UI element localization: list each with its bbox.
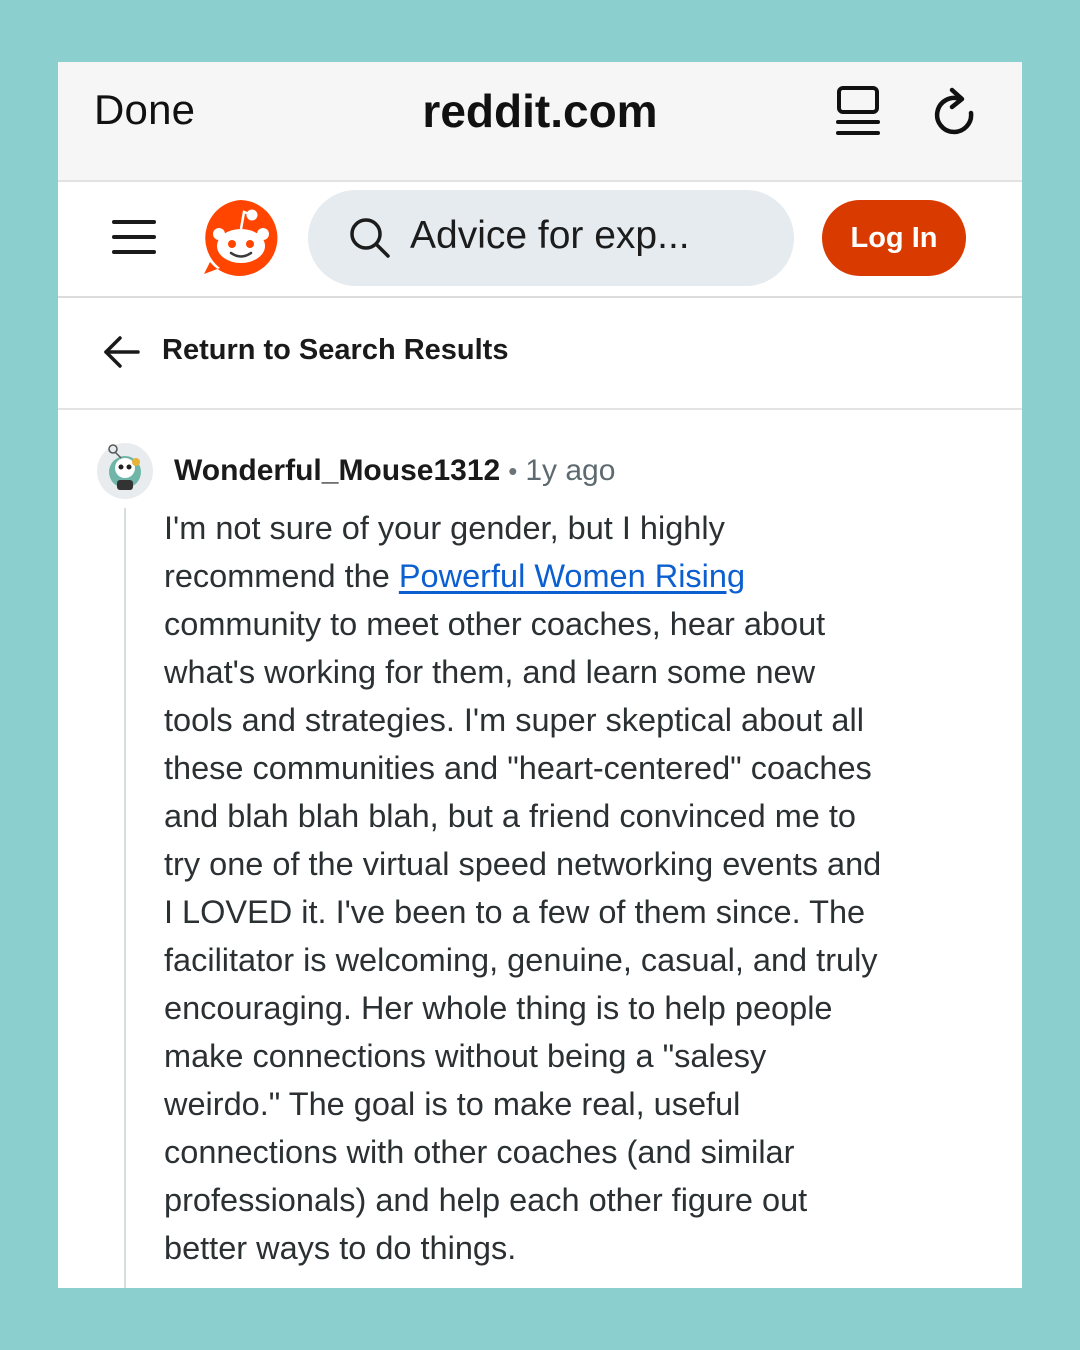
comment-line: better ways to do things. bbox=[164, 1230, 517, 1266]
comment-line: encouraging. Her whole thing is to help … bbox=[164, 990, 833, 1026]
browser-window: Done reddit.com Advice for exp... Log In… bbox=[58, 62, 1022, 1288]
comment-line: tools and strategies. I'm super skeptica… bbox=[164, 702, 864, 738]
search-bar[interactable]: Advice for exp... bbox=[308, 190, 794, 286]
reload-icon[interactable] bbox=[930, 86, 978, 138]
comment-line: connections with other coaches (and simi… bbox=[164, 1134, 795, 1170]
comment-line: and blah blah blah, but a friend convinc… bbox=[164, 798, 857, 834]
user-avatar[interactable] bbox=[96, 442, 154, 500]
comment-line: community to meet other coaches, hear ab… bbox=[164, 606, 826, 642]
search-query[interactable]: Advice for exp... bbox=[410, 214, 690, 258]
comment-line: these communities and "heart-centered" c… bbox=[164, 750, 872, 786]
comment-line-text: recommend the bbox=[164, 558, 399, 594]
comment-body: I'm not sure of your gender, but I highl… bbox=[164, 504, 986, 1272]
comment-line: facilitator is welcoming, genuine, casua… bbox=[164, 942, 878, 978]
hamburger-menu-icon[interactable] bbox=[112, 220, 156, 256]
comment-line: what's working for them, and learn some … bbox=[164, 654, 816, 690]
comment-line: make connections without being a "salesy bbox=[164, 1038, 767, 1074]
login-button[interactable]: Log In bbox=[822, 200, 966, 276]
comment-line: try one of the virtual speed networking … bbox=[164, 846, 882, 882]
comment-username[interactable]: Wonderful_Mouse1312 bbox=[174, 454, 500, 487]
comment-line: recommend the Powerful Women Rising bbox=[164, 552, 986, 600]
meta-separator: • bbox=[508, 456, 518, 486]
comment-line: I LOVED it. I've been to a few of them s… bbox=[164, 894, 866, 930]
community-link[interactable]: Powerful Women Rising bbox=[399, 558, 745, 594]
comment-line: professionals) and help each other figur… bbox=[164, 1182, 808, 1218]
comment-meta: Wonderful_Mouse1312 • 1y ago bbox=[174, 454, 615, 488]
browser-toolbar: Done reddit.com bbox=[58, 62, 1022, 182]
reddit-logo-icon[interactable] bbox=[200, 198, 282, 278]
reader-mode-icon[interactable] bbox=[834, 84, 882, 138]
return-row[interactable]: Return to Search Results bbox=[58, 298, 1022, 410]
comment-line: I'm not sure of your gender, but I highl… bbox=[164, 510, 725, 546]
return-to-search-link[interactable]: Return to Search Results bbox=[162, 334, 508, 367]
search-icon bbox=[350, 218, 390, 258]
reddit-header: Advice for exp... Log In bbox=[58, 182, 1022, 298]
comment-line: weirdo." The goal is to make real, usefu… bbox=[164, 1086, 741, 1122]
comment-timestamp: 1y ago bbox=[525, 454, 616, 487]
thread-line[interactable] bbox=[124, 508, 126, 1288]
back-arrow-icon[interactable] bbox=[102, 334, 142, 370]
